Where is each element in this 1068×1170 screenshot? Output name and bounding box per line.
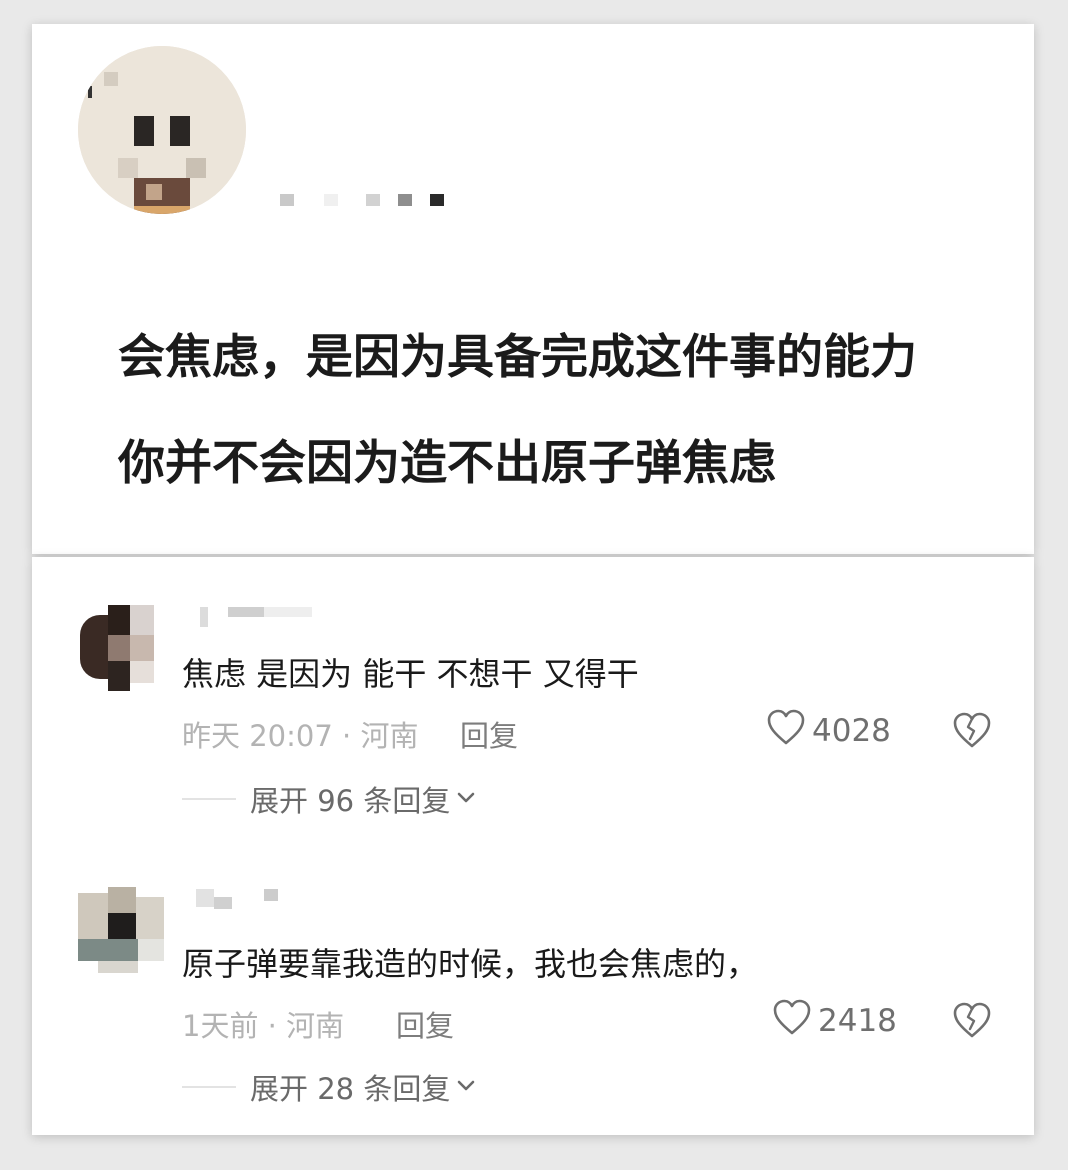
comment-text: 原子弹要靠我造的时候，我也会焦虑的， xyxy=(182,945,759,983)
post-card: 会焦虑，是因为具备完成这件事的能力 你并不会因为造不出原子弹焦虑 xyxy=(32,24,1034,554)
reply-button[interactable]: 回复 xyxy=(396,1003,454,1045)
post-text-line-2: 你并不会因为造不出原子弹焦虑 xyxy=(118,436,776,491)
heart-outline-icon xyxy=(766,708,812,754)
reply-button[interactable]: 回复 xyxy=(460,713,518,755)
post-text-line-1: 会焦虑，是因为具备完成这件事的能力 xyxy=(118,330,917,385)
expand-divider xyxy=(182,1086,236,1088)
expand-divider xyxy=(182,798,236,800)
chevron-down-icon xyxy=(450,1078,476,1097)
expand-replies-label: 展开 28 条回复 xyxy=(250,1072,451,1106)
dislike-button[interactable] xyxy=(952,1001,992,1041)
like-button[interactable]: 2418 xyxy=(772,998,897,1044)
comment-avatar[interactable] xyxy=(70,605,164,691)
dislike-button[interactable] xyxy=(952,711,992,751)
heart-outline-icon xyxy=(772,998,818,1044)
comment-time-location: 1天前 · 河南 xyxy=(182,1009,345,1043)
comments-card: 焦虑 是因为 能干 不想干 又得干 昨天 20:07 · 河南 回复 4028 … xyxy=(32,557,1034,1135)
comment-text: 焦虑 是因为 能干 不想干 又得干 xyxy=(182,655,639,693)
post-author-name-blurred[interactable] xyxy=(280,192,460,208)
comment-avatar[interactable] xyxy=(78,887,164,973)
comment-time-location: 昨天 20:07 · 河南 xyxy=(182,719,419,753)
post-author-avatar[interactable] xyxy=(78,46,246,214)
expand-replies-button[interactable]: 展开 96 条回复 xyxy=(182,781,476,818)
chevron-down-icon xyxy=(450,790,476,809)
expand-replies-label: 展开 96 条回复 xyxy=(250,784,451,818)
like-count: 4028 xyxy=(812,713,891,749)
like-button[interactable]: 4028 xyxy=(766,708,891,754)
comment-author-name-blurred[interactable] xyxy=(192,887,332,909)
expand-replies-button[interactable]: 展开 28 条回复 xyxy=(182,1069,476,1106)
comment-author-name-blurred[interactable] xyxy=(192,607,332,629)
broken-heart-icon xyxy=(952,1002,992,1043)
broken-heart-icon xyxy=(952,712,992,753)
like-count: 2418 xyxy=(818,1003,897,1039)
